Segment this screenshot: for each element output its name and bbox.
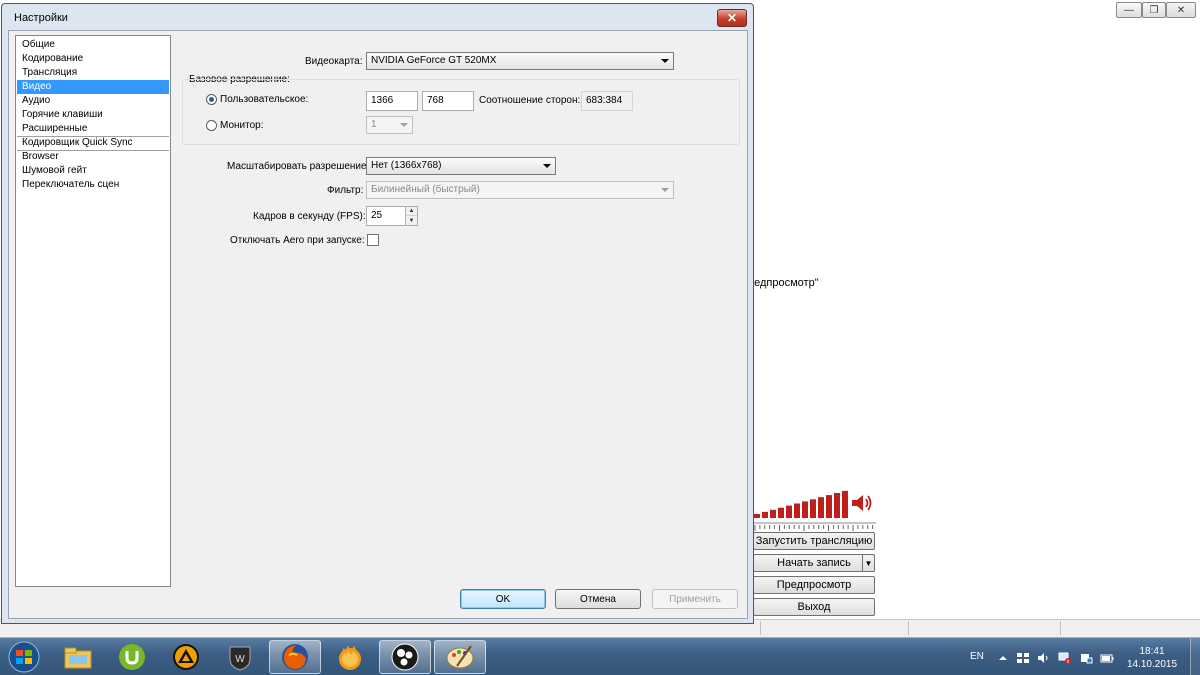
- filter-select[interactable]: Билинейный (быстрый): [366, 181, 674, 199]
- volume-level-bar: [770, 509, 776, 518]
- volume-level-bar: [834, 493, 840, 518]
- windows-flag-icon[interactable]: [1016, 652, 1030, 664]
- windows-start-icon[interactable]: [4, 640, 44, 674]
- volume-level-bar: [810, 499, 816, 518]
- preview-button[interactable]: Предпросмотр: [753, 576, 875, 594]
- settings-dialog: Настройки ✕ Общие Кодирование Трансляция Ви…: [1, 3, 754, 624]
- ok-button[interactable]: OK: [460, 589, 546, 609]
- monitor-select-value: 1: [371, 119, 377, 130]
- chevron-down-icon: [400, 123, 408, 127]
- nav-item[interactable]: Расширенные: [17, 122, 169, 136]
- nav-item[interactable]: Browser: [17, 150, 169, 164]
- dialog-body: Общие Кодирование Трансляция Видео Аудио Горя…: [8, 30, 748, 619]
- nav-item[interactable]: Аудио: [17, 94, 169, 108]
- clock-time: 18:41: [1139, 646, 1165, 657]
- dialog-title: Настройки: [14, 12, 68, 24]
- close-button[interactable]: ✕: [1166, 2, 1196, 18]
- exit-button[interactable]: Выход: [753, 598, 875, 616]
- aspect-ratio-value: 683:384: [581, 91, 633, 111]
- paint-icon[interactable]: [434, 640, 486, 674]
- nav-item[interactable]: Шумовой гейт: [17, 164, 169, 178]
- maximize-button[interactable]: ❐: [1142, 2, 1166, 18]
- firefox-icon[interactable]: [269, 640, 321, 674]
- width-field[interactable]: 1366: [366, 91, 418, 111]
- status-separator: [908, 621, 909, 635]
- aero-label: Отключать Aero при запуске:: [230, 235, 365, 246]
- fps-label: Кадров в секунду (FPS):: [253, 211, 366, 222]
- network-error-icon[interactable]: x: [1058, 652, 1072, 664]
- hamster-icon[interactable]: [324, 640, 376, 674]
- close-icon[interactable]: ✕: [717, 9, 747, 27]
- gpu-label: Видеокарта:: [305, 56, 363, 67]
- system-clock[interactable]: 18:41 14.10.2015: [1124, 645, 1180, 671]
- volume-level-bar: [762, 511, 768, 518]
- custom-resolution-radio[interactable]: [206, 94, 217, 105]
- aspect-ratio-label: Соотношение сторон:: [479, 95, 581, 106]
- action-center-icon[interactable]: [1079, 652, 1093, 664]
- windows-explorer-icon[interactable]: [52, 640, 104, 674]
- nav-item[interactable]: Трансляция: [17, 66, 169, 80]
- obs-icon[interactable]: [379, 640, 431, 674]
- preview-hint-text: редпросмотр": [748, 277, 819, 289]
- monitor-select[interactable]: 1: [366, 116, 413, 134]
- clock-date: 14.10.2015: [1126, 659, 1178, 670]
- show-hidden-icons-icon[interactable]: [996, 652, 1010, 664]
- volume-slider[interactable]: [752, 519, 876, 531]
- volume-level-bar: [802, 501, 808, 518]
- svg-text:W: W: [235, 654, 245, 665]
- custom-resolution-label: Пользовательское:: [220, 94, 309, 105]
- scale-resolution-select[interactable]: Нет (1366x768): [366, 157, 556, 175]
- start-stream-button[interactable]: Запустить трансляцию: [753, 532, 875, 550]
- apply-button[interactable]: Применить: [652, 589, 738, 609]
- base-resolution-group: [182, 79, 740, 145]
- filter-label: Фильтр:: [327, 185, 364, 196]
- gpu-select[interactable]: NVIDIA GeForce GT 520MX: [366, 52, 674, 70]
- monitor-label: Монитор:: [220, 120, 264, 131]
- aero-checkbox[interactable]: [367, 234, 379, 246]
- minimize-button[interactable]: —: [1116, 2, 1142, 18]
- volume-level-bar: [842, 490, 848, 518]
- volume-level-bar: [826, 495, 832, 518]
- volume-meter: [754, 490, 848, 518]
- cancel-button[interactable]: Отмена: [555, 589, 641, 609]
- status-separator: [760, 621, 761, 635]
- show-desktop-button[interactable]: [1190, 638, 1200, 675]
- volume-level-bar: [778, 507, 784, 518]
- language-indicator[interactable]: EN: [970, 651, 984, 662]
- start-record-label: Начать запись: [777, 557, 851, 569]
- nav-item[interactable]: Кодировщик Quick Sync: [17, 136, 169, 150]
- volume-level-bar: [818, 497, 824, 518]
- volume-level-bar: [794, 503, 800, 518]
- aimp-icon[interactable]: [160, 640, 212, 674]
- utorrent-icon[interactable]: [106, 640, 158, 674]
- filter-select-value: Билинейный (быстрый): [371, 184, 480, 195]
- status-separator: [1060, 621, 1061, 635]
- fps-spinner[interactable]: ▲ ▼: [405, 206, 418, 226]
- chevron-down-icon: [661, 188, 669, 192]
- nav-item[interactable]: Общие: [17, 38, 169, 52]
- scale-resolution-value: Нет (1366x768): [371, 160, 442, 171]
- world-of-tanks-icon[interactable]: W: [214, 640, 266, 674]
- scale-resolution-label: Масштабировать разрешение:: [227, 161, 370, 172]
- chevron-down-icon: [543, 164, 551, 168]
- height-field[interactable]: 768: [422, 91, 474, 111]
- volume-icon[interactable]: [1037, 652, 1051, 664]
- spin-up-icon[interactable]: ▲: [406, 207, 417, 216]
- nav-item[interactable]: Горячие клавиши: [17, 108, 169, 122]
- power-icon[interactable]: [1100, 652, 1114, 664]
- chevron-down-icon: [661, 59, 669, 63]
- start-record-button[interactable]: Начать запись ▼: [753, 554, 875, 572]
- volume-level-bar: [754, 514, 760, 518]
- volume-level-bar: [786, 505, 792, 518]
- nav-item[interactable]: Переключатель сцен: [17, 178, 169, 192]
- record-dropdown-icon[interactable]: ▼: [862, 555, 874, 571]
- speaker-icon[interactable]: [851, 494, 873, 512]
- monitor-radio[interactable]: [206, 120, 217, 131]
- nav-item[interactable]: Кодирование: [17, 52, 169, 66]
- settings-nav-list: Общие Кодирование Трансляция Видео Аудио Горя…: [15, 35, 171, 587]
- nav-item[interactable]: Видео: [17, 80, 169, 94]
- spin-down-icon[interactable]: ▼: [406, 216, 417, 225]
- fps-field[interactable]: 25: [366, 206, 406, 226]
- gpu-select-value: NVIDIA GeForce GT 520MX: [371, 55, 497, 66]
